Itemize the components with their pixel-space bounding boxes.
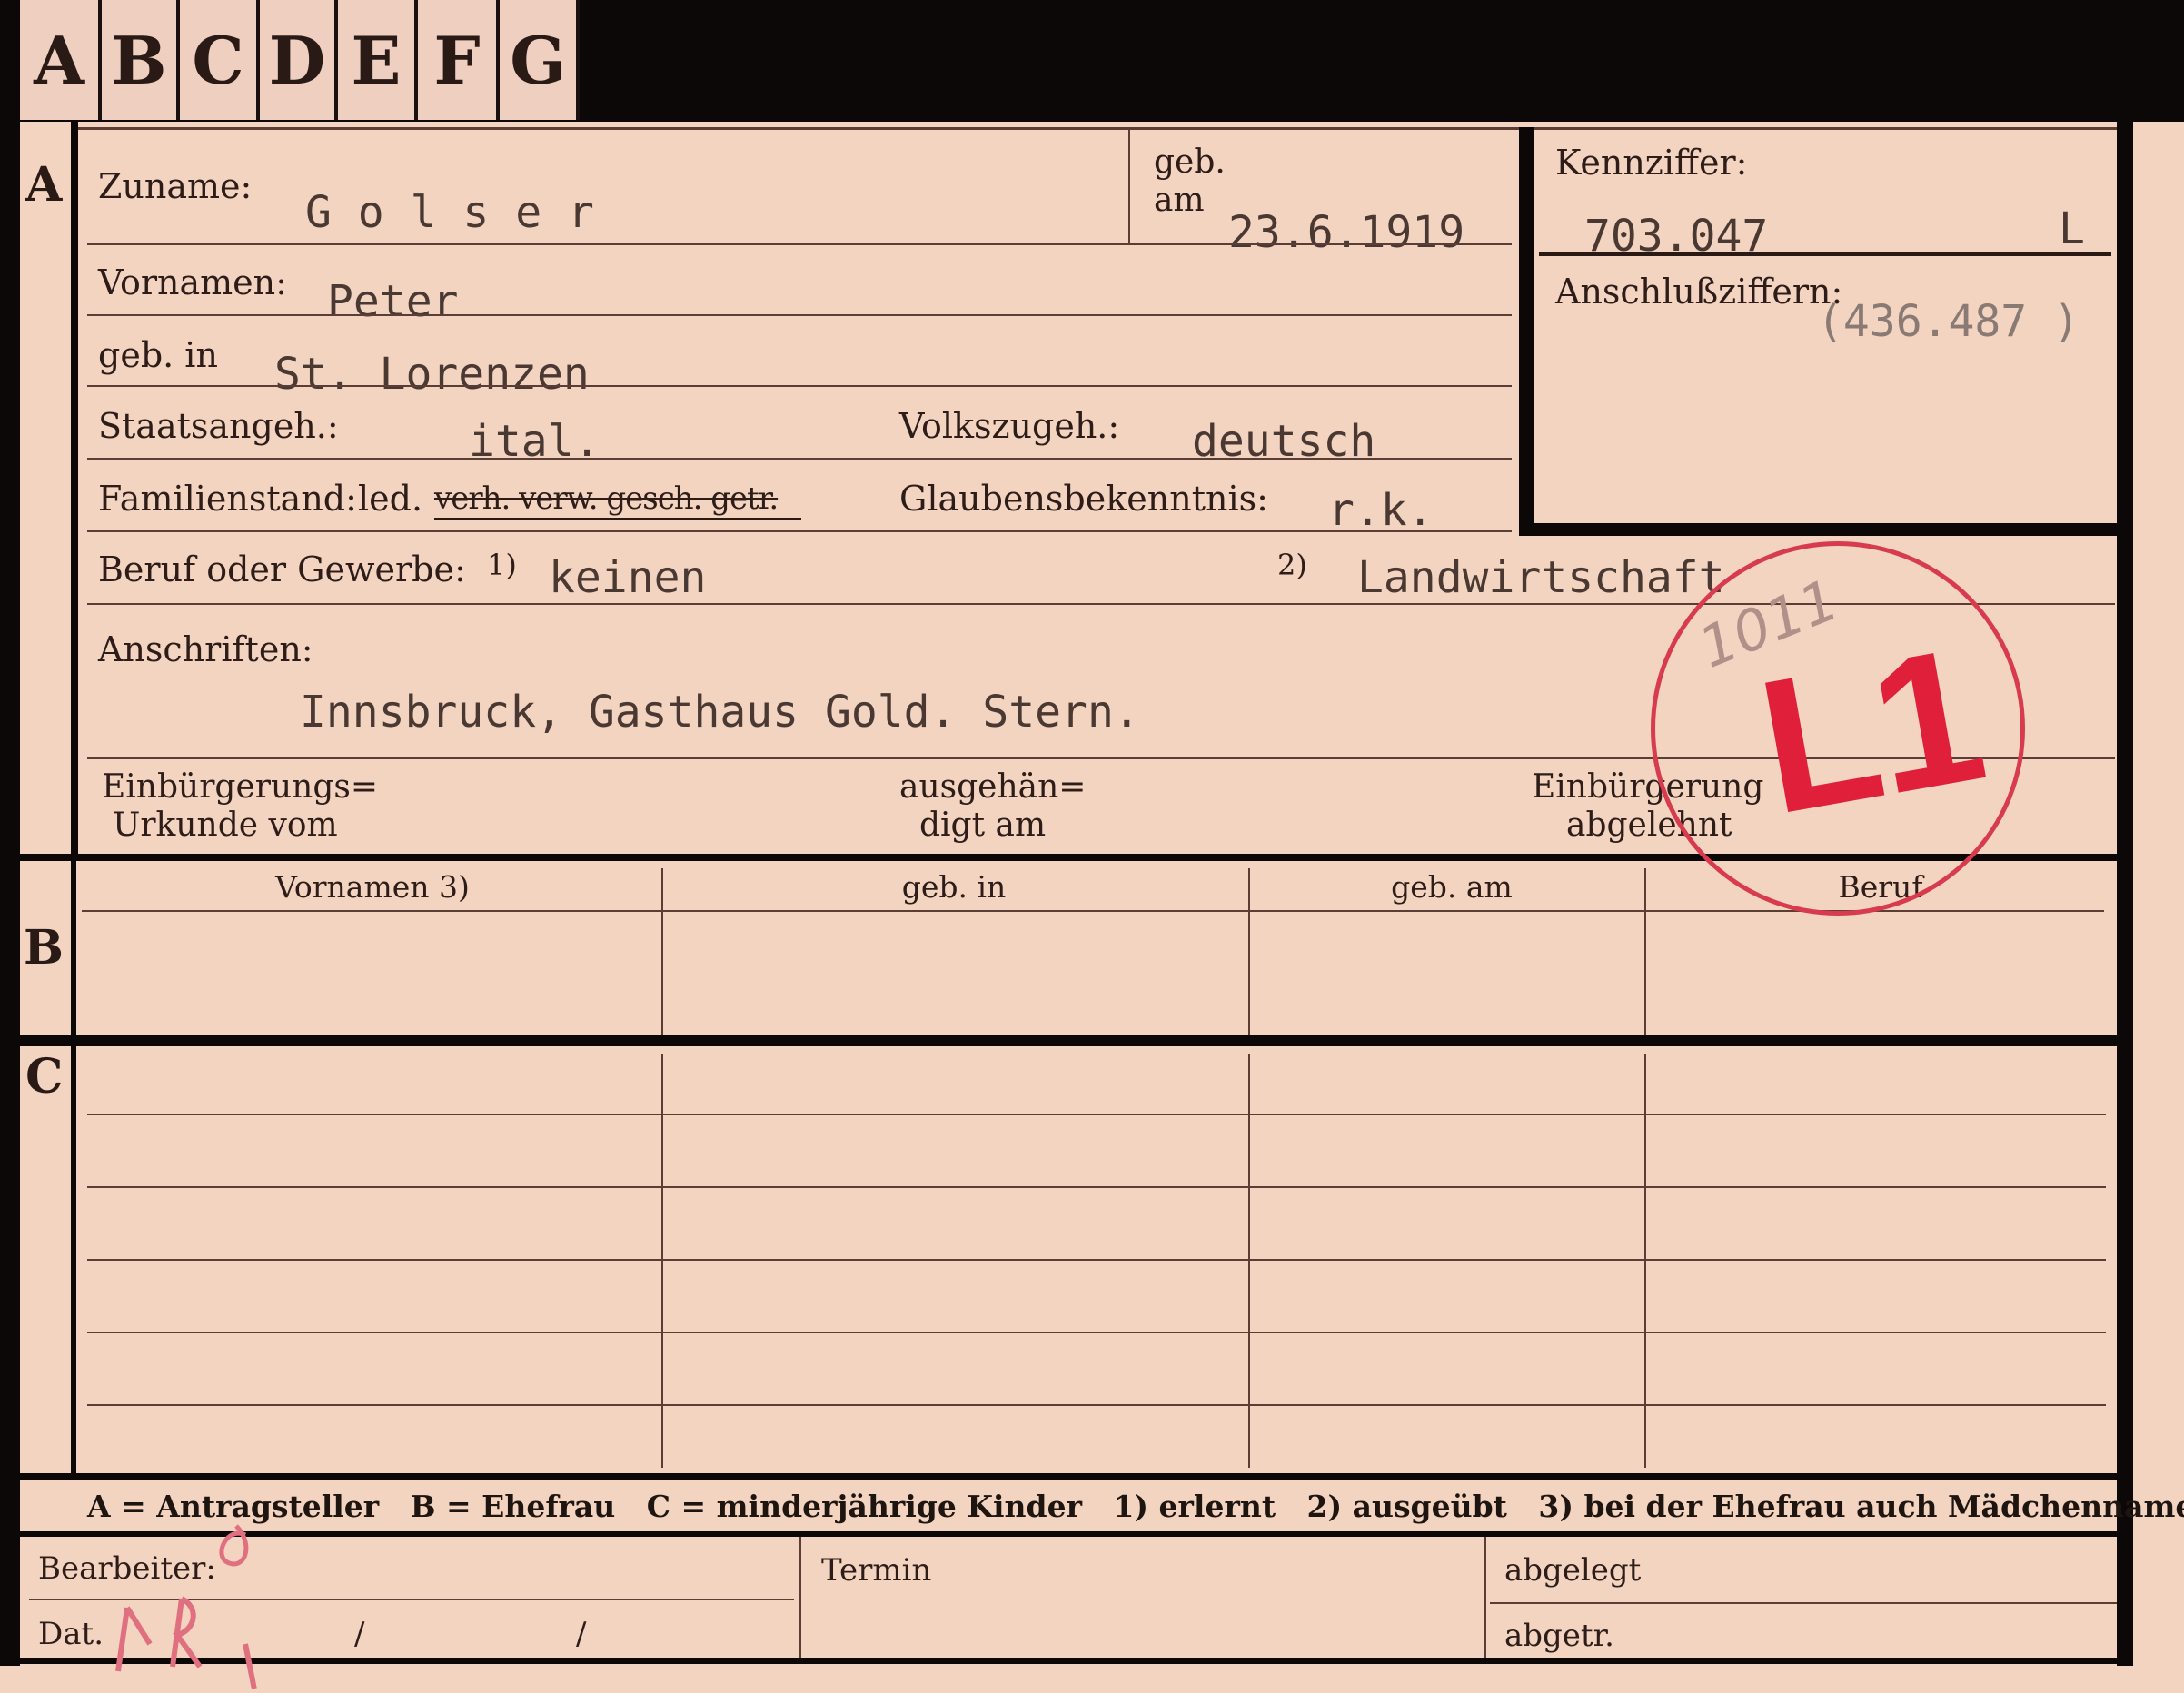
red-scribble xyxy=(115,1524,257,1689)
glaubensbekenntnis-value: r.k. xyxy=(1328,485,1434,536)
footer-divider-1 xyxy=(799,1537,801,1660)
beruf-value-1: keinen xyxy=(549,552,707,603)
table-c-row-line-3 xyxy=(87,1259,2106,1261)
glaubensbekenntnis-label: Glaubensbekenntnis: xyxy=(899,479,1268,519)
volkszugeh-value: deutsch xyxy=(1192,416,1376,467)
geb-am-label-1: geb. xyxy=(1154,144,1226,181)
abgetr-label: abgetr. xyxy=(1504,1618,1614,1654)
table-b-col-1 xyxy=(661,868,663,1035)
familienstand-strike-underline xyxy=(434,518,801,520)
tab-g[interactable]: G xyxy=(500,0,580,120)
vornamen-value: Peter xyxy=(327,276,459,327)
anschriften-value: Innsbruck, Gasthaus Gold. Stern. xyxy=(300,687,1140,738)
table-b-header-vornamen: Vornamen 3) xyxy=(275,869,470,905)
tab-c[interactable]: C xyxy=(180,0,260,120)
zuname-divider xyxy=(1128,127,1130,243)
zuname-label: Zuname: xyxy=(98,166,253,206)
table-c-row-line-5 xyxy=(87,1404,2106,1406)
familienstand-led: led. xyxy=(358,479,423,519)
footer-bottom-line xyxy=(20,1658,2133,1664)
table-c-row-line-1 xyxy=(87,1114,2106,1115)
termin-label: Termin xyxy=(821,1552,932,1589)
zuname-value: G o l s e r xyxy=(305,187,594,238)
geb-in-value: St. Lorenzen xyxy=(274,349,590,400)
staatsangeh-value: ital. xyxy=(469,416,601,467)
table-b-col-2 xyxy=(1248,868,1250,1035)
table-c-row-line-2 xyxy=(87,1186,2106,1188)
anschriften-label: Anschriften: xyxy=(98,629,313,669)
kennziffer-underline xyxy=(1539,252,2111,256)
left-frame xyxy=(0,122,20,1666)
familienstand-label: Familienstand: xyxy=(98,479,357,519)
kennziffer-suffix: L xyxy=(2059,203,2085,254)
ausgehaendigt-label-1: ausgehän= xyxy=(899,768,1087,806)
table-c-row-line-4 xyxy=(87,1332,2106,1333)
legend-top-line xyxy=(20,1473,2117,1480)
abgelegt-label: abgelegt xyxy=(1504,1552,1642,1589)
footer-divider-2 xyxy=(1484,1537,1486,1660)
tab-d[interactable]: D xyxy=(260,0,338,120)
section-c-letter: C xyxy=(25,1049,64,1104)
anschlussziffern-label: Anschlußziffern: xyxy=(1555,272,1843,312)
legend-text: A = Antragsteller B = Ehefrau C = minder… xyxy=(87,1489,2184,1524)
beruf-marker-1: 1) xyxy=(487,548,517,582)
staatsangeh-label: Staatsangeh.: xyxy=(98,406,339,446)
section-a-top-line xyxy=(78,127,2117,130)
geb-am-label-2: am xyxy=(1154,182,1205,219)
vornamen-label: Vornamen: xyxy=(98,262,287,302)
geb-in-underline xyxy=(87,385,1512,387)
ausgehaendigt-label-2: digt am xyxy=(919,807,1047,844)
einbuergerung-urkunde-label-1: Einbürgerungs= xyxy=(102,768,379,806)
vornamen-underline xyxy=(87,314,1512,316)
geb-in-label: geb. in xyxy=(98,335,218,375)
familienstand-struck-options: verh. verw. gesch. getr. xyxy=(434,480,779,517)
anschlussziffern-value: (436.487 ) xyxy=(1817,296,2080,347)
section-b-bar xyxy=(71,861,76,1035)
tab-b[interactable]: B xyxy=(102,0,180,120)
table-b-header-geb-am: geb. am xyxy=(1391,869,1513,905)
table-b-header-geb-in: geb. in xyxy=(901,869,1007,905)
dat-slash-2: / xyxy=(576,1616,587,1652)
geb-am-value: 23.6.1919 xyxy=(1228,207,1465,258)
section-b-letter: B xyxy=(24,920,64,975)
dat-slash-1: / xyxy=(354,1616,365,1652)
section-a-bar xyxy=(71,122,78,854)
legend-bottom-line xyxy=(20,1531,2117,1537)
table-b-col-3 xyxy=(1644,868,1646,1035)
staatsangeh-underline xyxy=(87,458,1512,460)
kennziffer-box-left xyxy=(1519,127,1534,536)
familienstand-underline xyxy=(87,530,1512,532)
abgelegt-underline xyxy=(1490,1602,2117,1604)
volkszugeh-label: Volkszugeh.: xyxy=(899,406,1120,446)
beruf-value-2: Landwirtschaft xyxy=(1357,552,1725,603)
beruf-label: Beruf oder Gewerbe: xyxy=(98,549,466,589)
tab-f[interactable]: F xyxy=(418,0,500,120)
tab-e[interactable]: E xyxy=(338,0,418,120)
right-frame xyxy=(2117,122,2133,1666)
zuname-underline xyxy=(87,243,1512,245)
kennziffer-box-bottom xyxy=(1519,523,2117,536)
tab-a[interactable]: A xyxy=(20,0,102,120)
index-card: A B C D E F G A Zuname: G o l s e r geb.… xyxy=(0,0,2184,1693)
einbuergerung-urkunde-label-2: Urkunde vom xyxy=(113,807,338,844)
kennziffer-value: 703.047 xyxy=(1584,211,1769,262)
beruf-marker-2: 2) xyxy=(1277,548,1307,582)
dat-label: Dat. xyxy=(38,1616,104,1652)
section-c-bar xyxy=(71,1046,76,1473)
section-a-letter: A xyxy=(25,157,63,213)
section-bc-separator xyxy=(20,1035,2117,1046)
kennziffer-label: Kennziffer: xyxy=(1555,143,1748,183)
